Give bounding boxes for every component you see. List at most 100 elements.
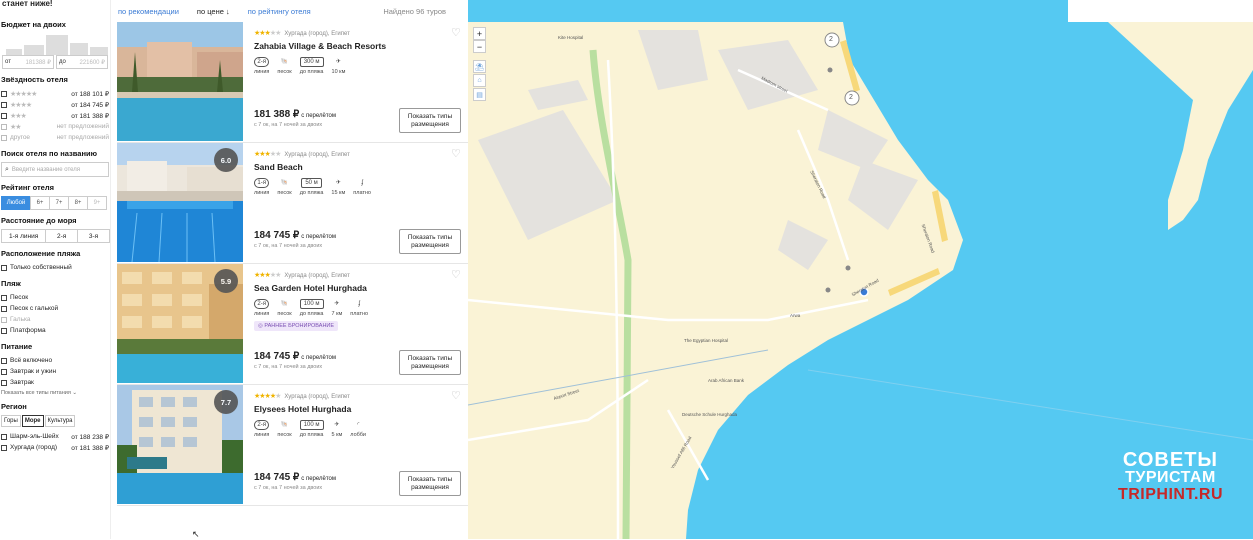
hotel-rating-selector: Любой 6+ 7+ 8+ 9+ (1, 196, 109, 210)
button-line: Показать типы (407, 475, 453, 483)
favorite-heart-icon[interactable]: ♡ (451, 149, 462, 160)
beach-option[interactable]: Галька (1, 314, 110, 325)
map-landmark-icon[interactable]: ⌂ (473, 74, 486, 87)
feature-sea-line: 2-я линия (254, 56, 269, 75)
hotel-card[interactable]: ★★★★★ Хургада (город), Египет Zahabia Vil… (117, 22, 468, 143)
feature-beach-distance: 300 м до пляжа (299, 56, 324, 75)
hotel-photo[interactable] (117, 22, 243, 141)
checkbox[interactable] (1, 316, 7, 323)
region-option[interactable]: Шарм-эль-Шейх от 188 238 ₽ (1, 431, 110, 442)
feature-value: 1-я (254, 177, 269, 188)
checkbox[interactable] (1, 294, 7, 301)
meal-option[interactable]: Завтрак (1, 377, 110, 388)
rating-option[interactable]: 6+ (30, 196, 50, 210)
hotel-card[interactable]: 6.0 ★★★★★ Хургада (город), Египет Sand Be… (117, 143, 468, 264)
sea-line-option[interactable]: 3-я (77, 229, 110, 243)
show-all-meals-link[interactable]: Показать все типы питания ⌄ (1, 390, 110, 396)
search-icon: ⌕ (5, 165, 9, 173)
show-room-types-button[interactable]: Показать типы размещения (399, 350, 461, 375)
price-details: с 7 ок, на 7 ночей за двоих (254, 364, 323, 370)
stars-row[interactable]: ★★★ от 181 388 ₽ (1, 110, 110, 121)
favorite-heart-icon[interactable]: ♡ (451, 28, 462, 39)
hotel-info: ★★★★★ Хургада (город), Египет Zahabia Vil… (254, 28, 468, 142)
show-room-types-button[interactable]: Показать типы размещения (399, 471, 461, 496)
sea-line-option[interactable]: 1-я линия (1, 229, 47, 243)
rating-option[interactable]: 9+ (87, 196, 107, 210)
hotel-card[interactable]: 7.7 ★★★★★ Хургада (город), Египет Elysees… (117, 385, 468, 506)
budget-from-field[interactable]: от 181388 ₽ (2, 55, 54, 69)
stars-icon: ★★★★ (10, 101, 32, 109)
region-tag[interactable]: Горы (1, 415, 21, 427)
rating-option[interactable]: 7+ (49, 196, 69, 210)
map-layer-icon[interactable]: ▤ (473, 88, 486, 101)
checkbox[interactable] (1, 264, 7, 271)
hotel-name[interactable]: Sand Beach (254, 162, 468, 172)
own-beach-option[interactable]: Только собственный (1, 262, 110, 273)
beach-option[interactable]: Платформа (1, 325, 110, 336)
checkbox[interactable] (1, 305, 7, 312)
beach-option[interactable]: Песок с галькой (1, 303, 110, 314)
checkbox[interactable] (1, 134, 7, 141)
checkbox[interactable] (1, 379, 7, 386)
feature-label: 10 км (331, 69, 346, 75)
beach-option[interactable]: Песок (1, 292, 110, 303)
region-option[interactable]: Хургада (город) от 181 388 ₽ (1, 442, 110, 453)
stars-row[interactable]: ★★★★ от 184 745 ₽ (1, 99, 110, 110)
map-beach-icon[interactable]: ⛱ (473, 60, 486, 73)
checkbox[interactable] (1, 444, 7, 451)
stars-price: нет предложений (56, 123, 109, 130)
checkbox[interactable] (1, 433, 7, 440)
region-tag[interactable]: Культура (44, 415, 76, 427)
option-label: Песок (10, 294, 29, 301)
zoom-in-button[interactable]: + (473, 27, 486, 40)
feature-value: 50 м (301, 177, 322, 188)
meal-option[interactable]: Всё включено (1, 355, 110, 366)
feature-value: 2-я (254, 298, 269, 309)
rating-option[interactable]: Любой (1, 196, 31, 210)
stars-row[interactable]: ★★★★★ от 188 101 ₽ (1, 88, 110, 99)
show-room-types-button[interactable]: Показать типы размещения (399, 108, 461, 133)
zoom-out-button[interactable]: − (473, 40, 486, 53)
checkbox[interactable] (1, 123, 7, 130)
map-view[interactable]: 2 2 Kite Hospital Madrom street Sheraton… (468, 0, 1253, 539)
price-block: 184 745 ₽ с перелётом с 7 ок, на 7 ночей … (254, 472, 336, 491)
sort-tab-recommended[interactable]: по рекомендации (118, 7, 179, 16)
hotel-photo[interactable]: 7.7 (117, 385, 243, 504)
sea-line-option[interactable]: 2-я (45, 229, 79, 243)
show-room-types-button[interactable]: Показать типы размещения (399, 229, 461, 254)
favorite-heart-icon[interactable]: ♡ (451, 270, 462, 281)
checkbox[interactable] (1, 327, 7, 334)
sort-tab-price[interactable]: по цене ↓ (197, 7, 230, 16)
price-details: с 7 ок, на 7 ночей за двоих (254, 122, 323, 128)
hotel-photo[interactable]: 5.9 (117, 264, 243, 383)
stars-row[interactable]: другое нет предложений (1, 132, 110, 143)
hotel-search-input[interactable]: ⌕ Введите название отеля (1, 162, 109, 177)
budget-to-field[interactable]: до 221600 ₽ (56, 55, 108, 69)
stars-price: от 188 101 ₽ (71, 90, 109, 98)
sort-tab-rating[interactable]: по рейтингу отеля (248, 7, 311, 16)
option-label: Всё включено (10, 357, 53, 364)
stars-on: ★★★ (254, 30, 271, 37)
wifi-paid-icon: ʄ (358, 300, 360, 307)
feature-airport-distance: ✈ 5 км (332, 419, 343, 438)
meal-option[interactable]: Завтрак и ужин (1, 366, 110, 377)
checkbox[interactable] (1, 112, 7, 119)
stars-row[interactable]: ★★ нет предложений (1, 121, 110, 132)
option-label: Завтрак (10, 379, 34, 386)
checkbox[interactable] (1, 368, 7, 375)
hotel-photo[interactable]: 6.0 (117, 143, 243, 262)
favorite-heart-icon[interactable]: ♡ (451, 391, 462, 402)
stars-on: ★★★ (254, 151, 271, 158)
region-tag[interactable]: Море (21, 415, 44, 427)
checkbox[interactable] (1, 90, 7, 97)
rating-option[interactable]: 8+ (68, 196, 88, 210)
hotel-location: Хургада (город), Египет (284, 31, 350, 37)
hotel-name[interactable]: Zahabia Village & Beach Resorts (254, 41, 468, 51)
hotel-name[interactable]: Elysees Hotel Hurghada (254, 404, 468, 414)
watermark-line: ТУРИСТАМ (1125, 469, 1216, 486)
checkbox[interactable] (1, 101, 7, 108)
price-caption: с перелётом (301, 234, 337, 240)
checkbox[interactable] (1, 357, 7, 364)
hotel-card[interactable]: 5.9 ★★★★★ Хургада (город), Египет Sea Gar… (117, 264, 468, 385)
hotel-name[interactable]: Sea Garden Hotel Hurghada (254, 283, 468, 293)
